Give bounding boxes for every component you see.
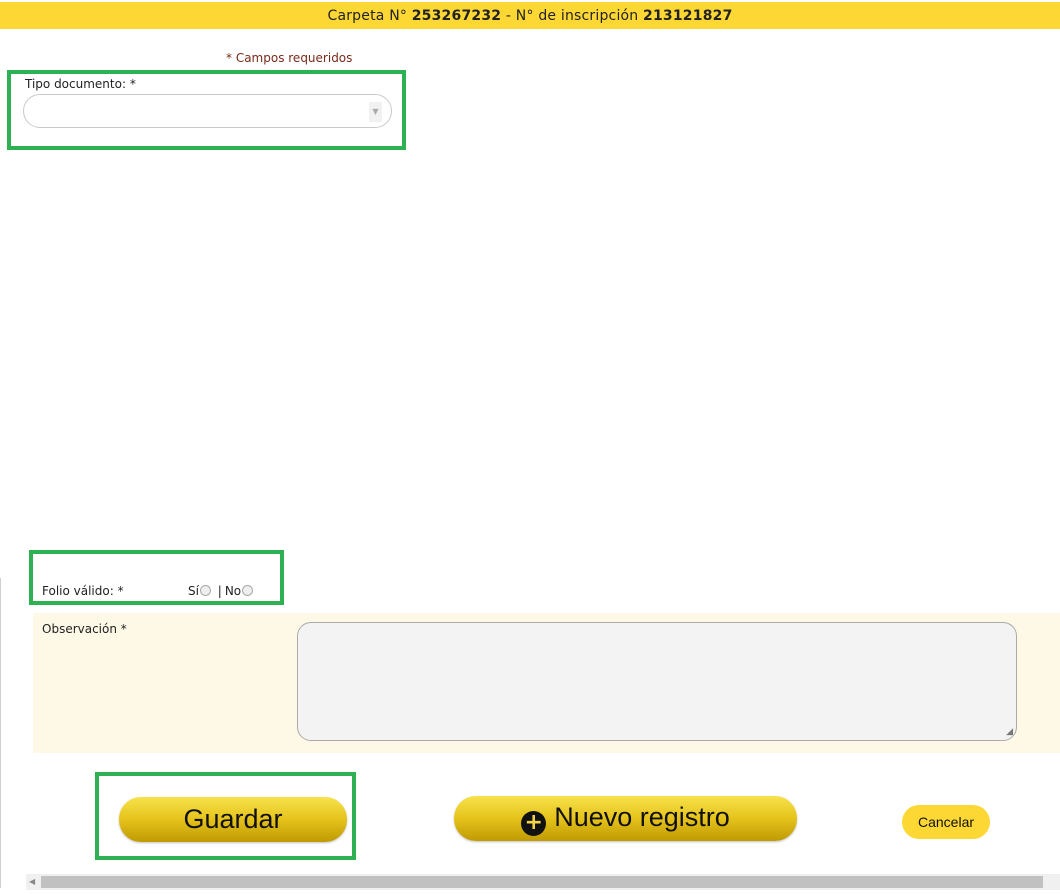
header-bar: Carpeta N° 253267232 - N° de inscripción…: [0, 2, 1060, 29]
observacion-label: Observación *: [42, 622, 127, 636]
scroll-left-icon[interactable]: ◀: [29, 876, 35, 888]
plus-circle-icon: +: [521, 811, 547, 836]
save-button[interactable]: Guardar: [119, 797, 347, 842]
new-record-button[interactable]: + Nuevo registro: [454, 796, 797, 841]
folio-valido-label: Folio válido: *: [42, 584, 124, 598]
carpeta-label: Carpeta N°: [327, 8, 408, 24]
cancel-button[interactable]: Cancelar: [902, 805, 990, 839]
tipo-documento-label: Tipo documento: *: [25, 77, 136, 91]
folio-divider: |: [217, 584, 222, 598]
folio-no-radio[interactable]: [242, 585, 254, 596]
inscripcion-label: N° de inscripción: [515, 8, 639, 24]
chevron-down-icon[interactable]: ▼: [369, 102, 382, 122]
scrollbar-thumb[interactable]: [41, 876, 1043, 888]
folio-si-label: Sí: [188, 584, 199, 598]
inscripcion-number: 213121827: [643, 8, 733, 24]
horizontal-scrollbar[interactable]: ◀: [26, 874, 1060, 890]
header-separator: -: [505, 8, 512, 24]
required-fields-note: * Campos requeridos: [226, 51, 353, 65]
new-record-label: Nuevo registro: [554, 802, 730, 832]
folio-no-label: No: [224, 584, 242, 598]
resize-handle-icon[interactable]: ◢: [1006, 728, 1013, 737]
tipo-documento-select[interactable]: ▼: [23, 94, 392, 128]
left-border: [0, 578, 1, 888]
folio-valido-options: Sí | No: [188, 584, 254, 598]
folio-si-radio[interactable]: [199, 585, 211, 596]
observacion-textarea[interactable]: ◢: [297, 622, 1017, 741]
carpeta-number: 253267232: [411, 8, 502, 24]
